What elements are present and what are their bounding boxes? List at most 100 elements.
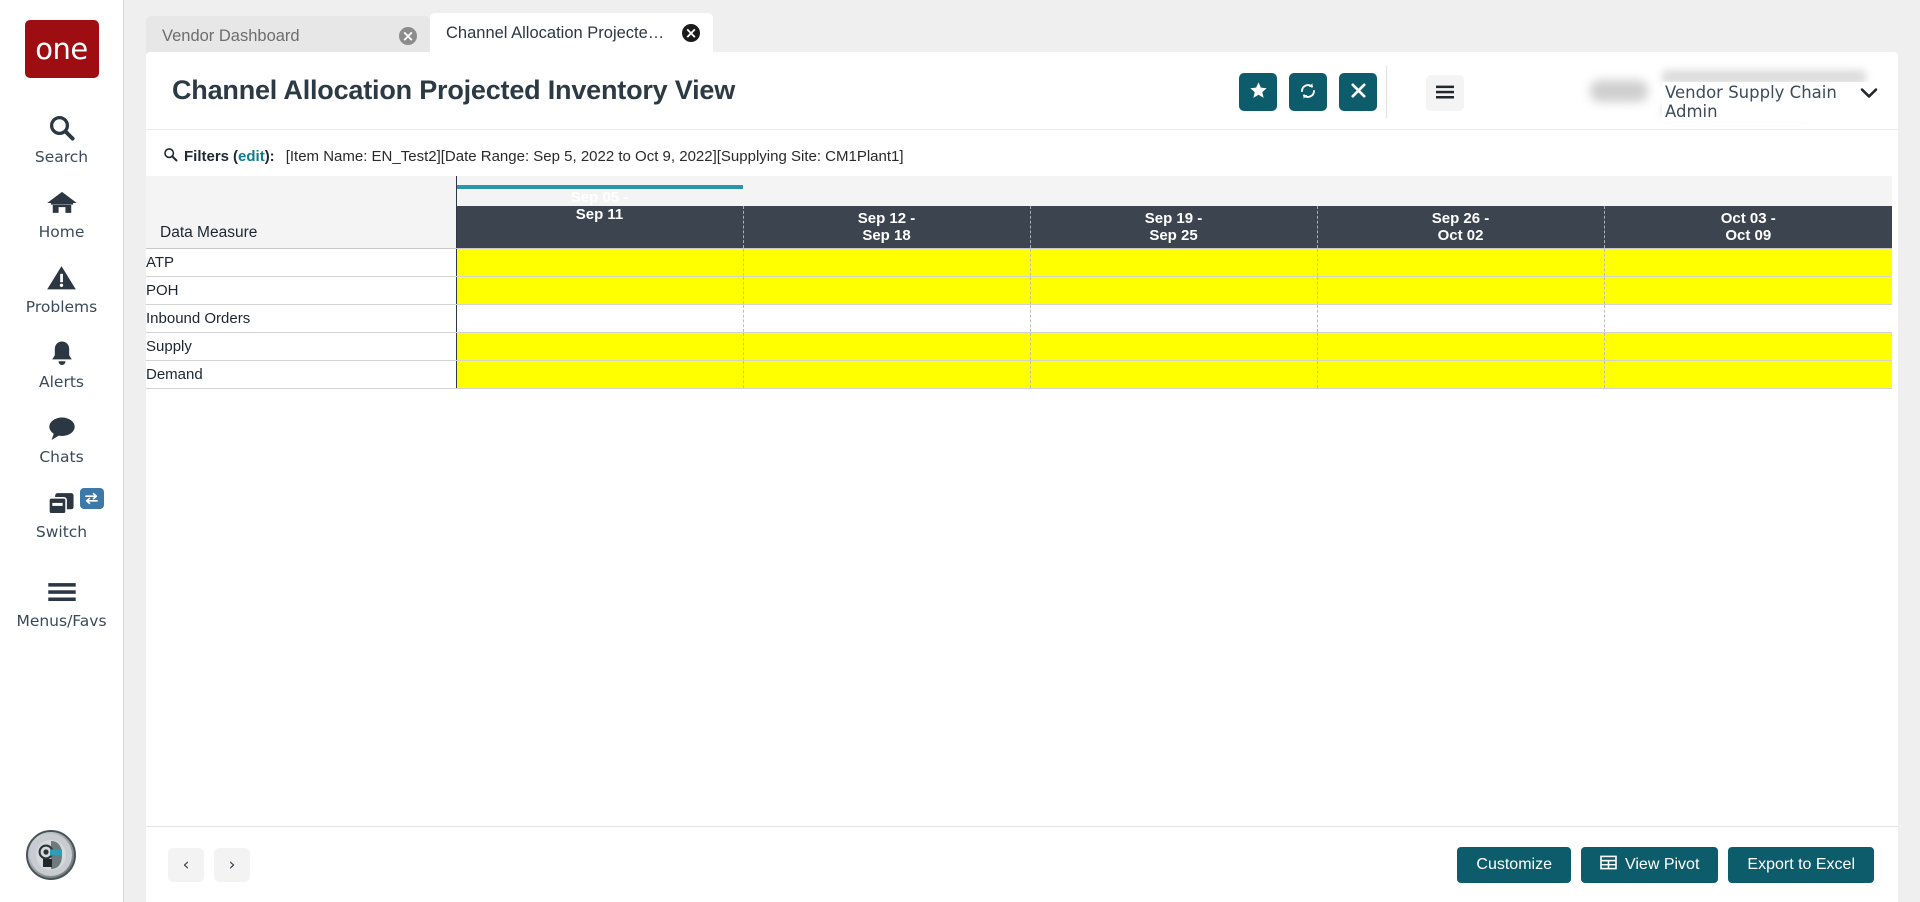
table-row: ATP	[146, 248, 1893, 277]
data-cell[interactable]	[1316, 332, 1604, 361]
data-cell[interactable]	[456, 360, 743, 389]
row-measure-label: POH	[146, 276, 457, 305]
user-account-area[interactable]: Vendor Supply Chain Admin	[1570, 68, 1888, 122]
data-cell[interactable]	[1029, 248, 1317, 277]
row-measure-label: ATP	[146, 248, 457, 277]
main-region: Vendor Dashboard Channel Allocation Proj…	[124, 0, 1920, 902]
grid-table-icon	[1600, 855, 1617, 875]
row-measure-label: Supply	[146, 332, 457, 361]
favorite-button[interactable]	[1239, 73, 1277, 111]
warning-triangle-icon	[46, 261, 77, 295]
data-cell[interactable]	[456, 248, 743, 277]
previous-page-button[interactable]: ‹	[168, 847, 204, 882]
data-cell[interactable]	[1029, 332, 1317, 361]
sidebar-item-chats[interactable]: Chats	[0, 400, 124, 475]
chevron-down-icon[interactable]	[1856, 80, 1882, 106]
header-action-buttons	[1239, 73, 1377, 111]
sidebar-item-search[interactable]: Search	[0, 100, 124, 175]
next-page-button[interactable]: ›	[214, 847, 250, 882]
data-cell[interactable]	[1603, 360, 1893, 389]
home-icon	[46, 186, 78, 220]
pagination-controls: ‹ ›	[168, 847, 250, 882]
column-header-bucket-2[interactable]: Sep 12 - Sep 18	[742, 206, 1030, 249]
customize-button[interactable]: Customize	[1457, 846, 1571, 883]
search-icon	[47, 111, 77, 145]
bottom-action-buttons: Customize View Pivot Export to Excel	[1457, 846, 1874, 883]
table-scroll-row: Data Measure	[146, 176, 1893, 249]
column-header-line2: Oct 02	[1437, 226, 1484, 244]
data-cell[interactable]	[456, 304, 743, 333]
corner-header-label: Data Measure	[160, 223, 258, 241]
data-cell[interactable]	[1316, 248, 1604, 277]
data-cell[interactable]	[1603, 332, 1893, 361]
sidebar-item-label: Chats	[39, 448, 84, 466]
column-header-bucket-4[interactable]: Sep 26 - Oct 02	[1316, 206, 1604, 249]
search-icon	[163, 147, 178, 166]
swap-arrows-icon[interactable]	[79, 488, 104, 509]
sidebar-item-label: Problems	[25, 298, 98, 316]
data-cell[interactable]	[742, 360, 1030, 389]
data-cell[interactable]	[1603, 304, 1893, 333]
table-corner-cell: Data Measure	[146, 176, 457, 249]
column-header-bucket-3[interactable]: Sep 19 - Sep 25	[1029, 206, 1317, 249]
filters-label: Filters	[184, 147, 230, 165]
user-avatar-redacted	[1590, 80, 1648, 102]
close-icon[interactable]	[399, 27, 417, 45]
data-cell[interactable]	[456, 276, 743, 305]
view-pivot-button[interactable]: View Pivot	[1580, 846, 1719, 883]
sidebar-item-problems[interactable]: Problems	[0, 250, 124, 325]
column-header-bucket-5[interactable]: Oct 03 - Oct 09	[1603, 206, 1893, 249]
refresh-button[interactable]	[1289, 73, 1327, 111]
sidebar-item-alerts[interactable]: Alerts	[0, 325, 124, 400]
column-header-line1: Sep 05 -	[570, 188, 629, 206]
filters-edit-link[interactable]: edit	[238, 148, 265, 165]
table-row: Supply	[146, 332, 1893, 361]
data-cell[interactable]	[1029, 304, 1317, 333]
data-cell[interactable]	[742, 276, 1030, 305]
tab-vendor-dashboard[interactable]: Vendor Dashboard	[146, 16, 430, 56]
data-grid-region: Data Measure Sep 05 - Sep 11 Sep 12 - Se…	[146, 176, 1898, 826]
brand-logo[interactable]: one	[24, 20, 99, 78]
table-row: POH	[146, 276, 1893, 305]
tab-label: Channel Allocation Projected Inv...	[446, 23, 666, 42]
column-header-bucket-1[interactable]: Sep 05 - Sep 11	[456, 184, 743, 249]
page-header: Channel Allocation Projected Inventory V…	[146, 52, 1898, 130]
tab-label: Vendor Dashboard	[162, 26, 300, 45]
projected-inventory-table: Data Measure Sep 05 - Sep 11 Sep 12 - Se…	[146, 176, 1893, 389]
data-cell[interactable]	[1316, 276, 1604, 305]
column-header-line2: Oct 09	[1725, 226, 1772, 244]
data-cell[interactable]	[1029, 360, 1317, 389]
tab-channel-allocation-projected-inventory[interactable]: Channel Allocation Projected Inv...	[430, 13, 713, 56]
sidebar-item-home[interactable]: Home	[0, 175, 124, 250]
data-cell[interactable]	[742, 248, 1030, 277]
chevron-left-icon: ‹	[182, 854, 190, 875]
close-icon[interactable]	[682, 24, 700, 42]
page-card: Channel Allocation Projected Inventory V…	[146, 52, 1898, 902]
data-cell[interactable]	[456, 332, 743, 361]
page-menu-button[interactable]	[1426, 75, 1464, 111]
table-row: Demand	[146, 360, 1893, 389]
data-cell[interactable]	[742, 304, 1030, 333]
data-cell[interactable]	[1316, 304, 1604, 333]
data-cell[interactable]	[1316, 360, 1604, 389]
close-x-icon	[1350, 82, 1367, 102]
column-header-line2: Sep 25	[1149, 226, 1198, 244]
export-to-excel-button[interactable]: Export to Excel	[1728, 846, 1874, 883]
data-cell[interactable]	[742, 332, 1030, 361]
sidebar-item-label: Switch	[35, 523, 88, 541]
refresh-icon	[1298, 81, 1318, 104]
sidebar-item-menus-favs[interactable]: Menus/Favs	[0, 564, 124, 639]
data-cell[interactable]	[1029, 276, 1317, 305]
close-button[interactable]	[1339, 73, 1377, 111]
sidebar-item-label: Alerts	[39, 373, 84, 391]
sidebar-item-label: Home	[38, 223, 85, 241]
switch-windows-icon	[46, 486, 77, 520]
sidebar-item-switch[interactable]: Switch	[0, 475, 124, 550]
data-cell[interactable]	[1603, 248, 1893, 277]
assistant-avatar-icon[interactable]	[26, 830, 76, 880]
column-header-line1: Sep 26 -	[1431, 209, 1490, 227]
data-cell[interactable]	[1603, 276, 1893, 305]
column-header-line1: Sep 12 -	[857, 209, 916, 227]
hamburger-icon	[46, 575, 78, 609]
table-row: Inbound Orders	[146, 304, 1893, 333]
